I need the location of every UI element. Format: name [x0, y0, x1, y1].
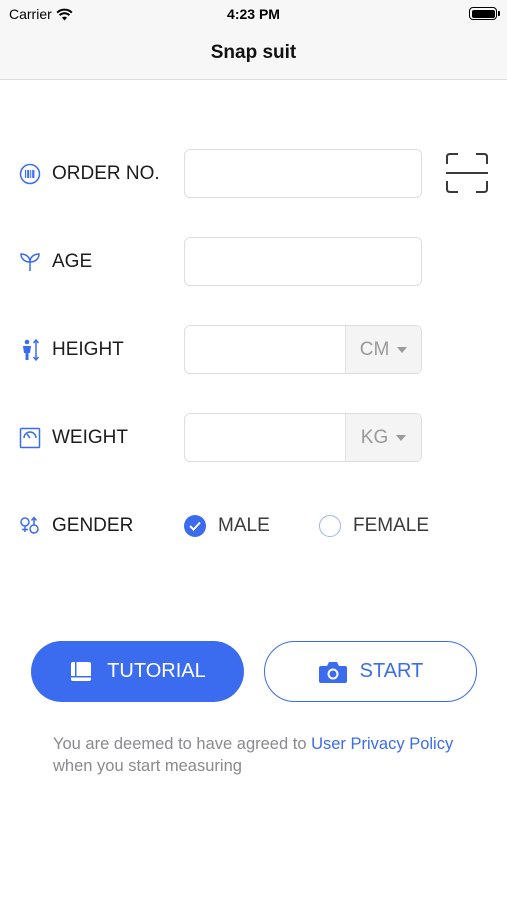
- weight-label: WEIGHT: [52, 427, 128, 448]
- agreement-suffix: when you start measuring: [53, 757, 242, 775]
- gender-option-female-label: FEMALE: [353, 515, 430, 536]
- weight-unit-select[interactable]: KG: [345, 414, 421, 461]
- order-number-field: [184, 149, 422, 198]
- chevron-down-icon: [397, 346, 408, 353]
- gender-option-male-label: MALE: [218, 515, 270, 536]
- scan-icon: [446, 153, 488, 193]
- navigation-bar: Snap suit: [0, 28, 507, 80]
- agreement-prefix: You are deemed to have agreed to: [53, 735, 312, 753]
- radio-checked-icon: [184, 515, 206, 537]
- weight-row: WEIGHT KG: [0, 413, 507, 463]
- order-number-label: ORDER NO.: [52, 163, 160, 184]
- start-button[interactable]: START: [264, 641, 477, 702]
- height-input[interactable]: [185, 326, 345, 373]
- scale-icon: [18, 426, 42, 450]
- gender-option-female[interactable]: FEMALE: [319, 501, 429, 551]
- weight-field: KG: [184, 413, 422, 462]
- height-measure-icon: [18, 338, 42, 362]
- start-button-label: START: [359, 660, 424, 682]
- scan-button[interactable]: [445, 152, 489, 194]
- age-label: AGE: [52, 251, 93, 272]
- camera-icon: [318, 661, 347, 683]
- sprout-icon: [18, 250, 42, 274]
- gender-label: GENDER: [52, 515, 134, 536]
- privacy-agreement-text: You are deemed to have agreed to User Pr…: [53, 733, 473, 777]
- height-row: HEIGHT CM: [0, 325, 507, 375]
- gender-row: GENDER MALE FEMALE: [0, 501, 507, 551]
- tutorial-button-label: TUTORIAL: [107, 660, 206, 682]
- height-field: CM: [184, 325, 422, 374]
- gender-icon: [18, 514, 42, 538]
- age-row: AGE: [0, 237, 507, 287]
- barcode-icon: [18, 162, 42, 186]
- age-field: [184, 237, 422, 286]
- order-number-row: ORDER NO.: [0, 149, 507, 199]
- gender-option-male[interactable]: MALE: [184, 501, 270, 551]
- weight-unit-label: KG: [360, 426, 389, 448]
- age-input[interactable]: [185, 238, 421, 285]
- height-label: HEIGHT: [52, 339, 124, 360]
- tutorial-button[interactable]: TUTORIAL: [31, 641, 244, 702]
- privacy-policy-link[interactable]: User Privacy Policy: [311, 735, 453, 753]
- status-time: 4:23 PM: [227, 6, 280, 22]
- order-number-input[interactable]: [185, 150, 421, 197]
- chevron-down-icon: [396, 434, 407, 441]
- status-bar: Carrier 4:23 PM: [0, 0, 507, 28]
- page-title: Snap suit: [210, 42, 297, 63]
- radio-unchecked-icon: [319, 515, 341, 537]
- height-unit-select[interactable]: CM: [345, 326, 421, 373]
- height-unit-label: CM: [359, 338, 390, 360]
- weight-input[interactable]: [185, 414, 345, 461]
- battery-icon: [469, 7, 500, 20]
- book-icon: [71, 661, 92, 681]
